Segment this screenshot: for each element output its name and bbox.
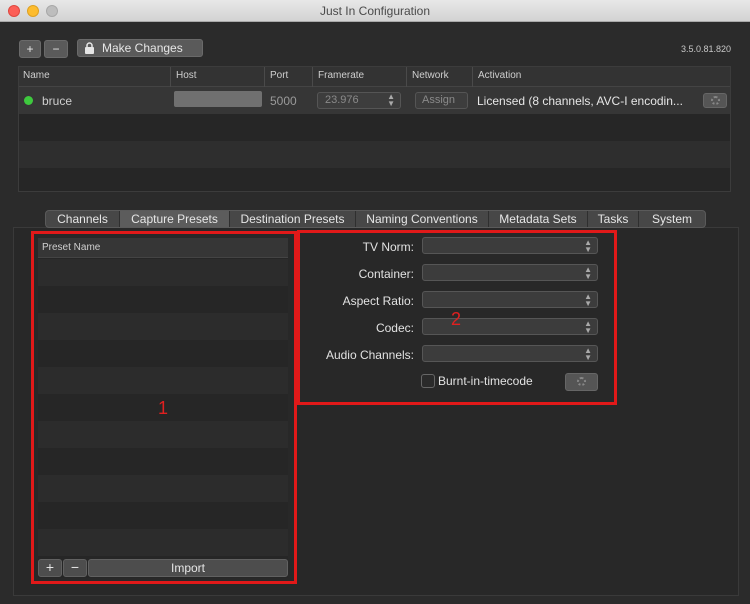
column-header-activation[interactable]: Activation bbox=[478, 70, 521, 81]
column-header-host[interactable]: Host bbox=[176, 70, 197, 81]
gear-icon bbox=[711, 96, 720, 105]
instance-name: bruce bbox=[42, 94, 73, 108]
title-bar: Just In Configuration bbox=[0, 0, 750, 22]
tab-naming-conventions[interactable]: Naming Conventions bbox=[356, 211, 489, 227]
version-label: 3.5.0.81.820 bbox=[680, 44, 731, 54]
status-indicator-icon bbox=[24, 96, 33, 105]
annotation-label-1: 1 bbox=[158, 398, 169, 418]
column-header-network[interactable]: Network bbox=[412, 70, 449, 81]
table-row[interactable] bbox=[19, 114, 730, 141]
column-header-framerate[interactable]: Framerate bbox=[318, 70, 364, 81]
tab-tasks[interactable]: Tasks bbox=[588, 211, 639, 227]
tab-bar: Channels Capture Presets Destination Pre… bbox=[45, 210, 706, 228]
window-title: Just In Configuration bbox=[319, 4, 431, 18]
table-row[interactable] bbox=[19, 168, 730, 192]
table-row[interactable]: bruce 5000 23.976 ▲ ▼ Assign Licensed (8 … bbox=[19, 87, 730, 114]
column-header-name[interactable]: Name bbox=[23, 70, 50, 81]
tab-metadata-sets[interactable]: Metadata Sets bbox=[489, 211, 588, 227]
tab-destination-presets[interactable]: Destination Presets bbox=[230, 211, 356, 227]
lock-icon bbox=[85, 42, 94, 54]
tab-channels[interactable]: Channels bbox=[46, 211, 120, 227]
port-value: 5000 bbox=[270, 94, 297, 108]
remove-instance-button[interactable]: − bbox=[44, 40, 68, 58]
tab-capture-presets[interactable]: Capture Presets bbox=[120, 211, 230, 227]
table-row[interactable] bbox=[19, 141, 730, 168]
activation-status: Licensed (8 channels, AVC-I encodin... bbox=[477, 94, 683, 108]
framerate-value: 23.976 bbox=[325, 94, 359, 106]
tab-system[interactable]: System bbox=[639, 211, 705, 227]
select-arrows-icon: ▲ ▼ bbox=[387, 92, 395, 108]
activation-settings-button[interactable] bbox=[703, 93, 727, 108]
framerate-select[interactable]: 23.976 ▲ ▼ bbox=[317, 92, 401, 109]
make-changes-button[interactable]: Make Changes bbox=[77, 39, 203, 57]
table-header: Name Host Port Framerate Network Activat… bbox=[19, 67, 730, 87]
annotation-label-2: 2 bbox=[451, 309, 462, 329]
host-field[interactable] bbox=[174, 91, 262, 107]
add-instance-button[interactable]: + bbox=[19, 40, 41, 58]
column-header-port[interactable]: Port bbox=[270, 70, 288, 81]
make-changes-label: Make Changes bbox=[102, 41, 183, 55]
assign-button[interactable]: Assign bbox=[415, 92, 468, 109]
instances-table: Name Host Port Framerate Network Activat… bbox=[18, 66, 731, 192]
